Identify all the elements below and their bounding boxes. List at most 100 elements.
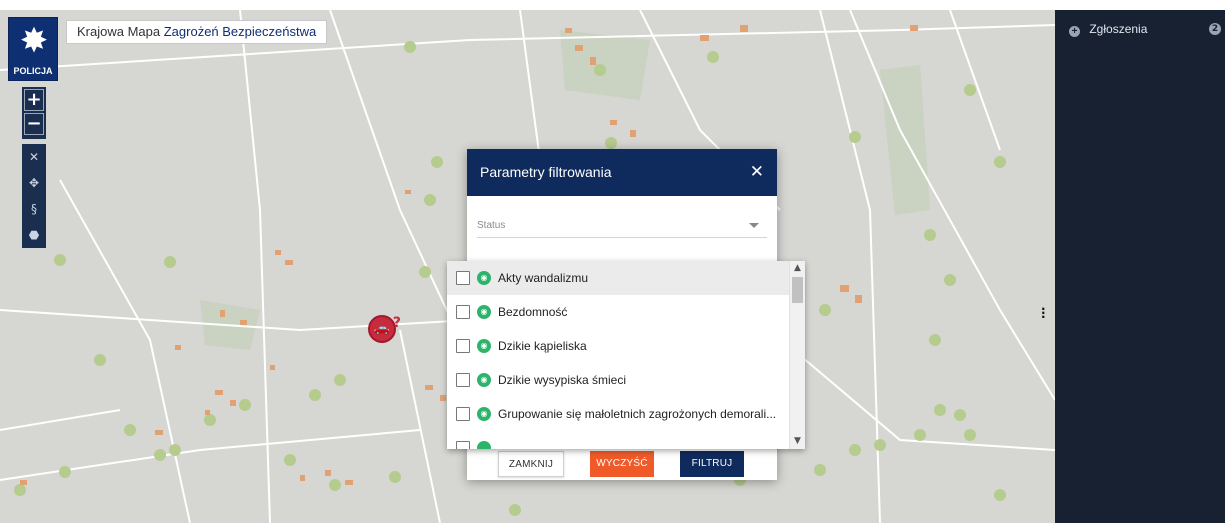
list-item[interactable]: ◉ Dzikie kąpieliska xyxy=(447,329,805,363)
panel-resize-handle[interactable]: · · · xyxy=(1041,303,1047,323)
police-star-icon: ✸ xyxy=(19,21,49,61)
checkbox[interactable] xyxy=(456,271,470,285)
map-building xyxy=(440,395,446,401)
map-tree xyxy=(509,504,521,516)
map-building xyxy=(205,410,210,415)
fullscreen-icon[interactable]: ✕ xyxy=(22,144,46,170)
map-building xyxy=(275,250,281,255)
list-item[interactable]: ◉ Grupowanie się małoletnich zagrożonych… xyxy=(447,397,805,431)
youth-group-icon: ◉ xyxy=(477,407,491,421)
map-tree xyxy=(914,429,926,441)
waste-dump-icon: ◉ xyxy=(477,373,491,387)
incident-marker[interactable]: 🚗 ? xyxy=(368,315,401,343)
filter-button[interactable]: FILTRUJ xyxy=(680,451,744,477)
map-title: Krajowa Mapa Zagrożeń Bezpieczeństwa xyxy=(66,20,328,44)
zoom-in-button[interactable]: + xyxy=(24,89,44,111)
map-building xyxy=(300,475,305,481)
chevron-down-icon xyxy=(749,223,759,228)
scroll-up-icon[interactable]: ▲ xyxy=(790,261,805,276)
scroll-thumb[interactable] xyxy=(792,277,803,303)
map-tree xyxy=(929,334,941,346)
map-building xyxy=(270,365,275,370)
map-tree xyxy=(819,304,831,316)
paragraph-icon[interactable]: § xyxy=(22,196,46,222)
zoom-controls: + − xyxy=(22,87,46,139)
list-item[interactable]: ◉ Dzikie wysypiska śmieci xyxy=(447,363,805,397)
checkbox[interactable] xyxy=(456,305,470,319)
category-dropdown-list[interactable]: ◉ Akty wandalizmu ◉ Bezdomność ◉ Dzikie … xyxy=(447,261,805,449)
tag-icon[interactable]: ⬣ xyxy=(22,222,46,248)
dialog-header: Parametry filtrowania ✕ xyxy=(467,149,777,196)
map-tree xyxy=(309,389,321,401)
map-building xyxy=(230,400,236,406)
locate-icon[interactable]: ✥ xyxy=(22,170,46,196)
checkbox[interactable] xyxy=(456,373,470,387)
logo-text: POLICJA xyxy=(13,66,53,76)
map-title-emphasis: Zagrożeń Bezpieczeństwa xyxy=(163,24,317,39)
vandalism-icon: ◉ xyxy=(477,271,491,285)
map-tree xyxy=(54,254,66,266)
map-tree xyxy=(204,414,216,426)
map-tree xyxy=(169,444,181,456)
map-building xyxy=(285,260,293,265)
map-tree xyxy=(594,64,606,76)
map-tree xyxy=(329,479,341,491)
map-building xyxy=(220,310,225,317)
map-building xyxy=(240,320,247,325)
map-building xyxy=(215,390,223,395)
dropdown-scrollbar[interactable]: ▲ ▼ xyxy=(789,261,805,449)
reports-title: Zgłoszenia xyxy=(1089,22,1148,36)
map-tree xyxy=(924,229,936,241)
map-tree xyxy=(944,274,956,286)
map-building xyxy=(155,430,163,435)
map-toolbar: ✕ ✥ § ⬣ xyxy=(22,144,46,248)
close-icon[interactable]: ✕ xyxy=(750,162,764,182)
checkbox[interactable] xyxy=(456,339,470,353)
scroll-down-icon[interactable]: ▼ xyxy=(790,434,805,449)
map-tree xyxy=(814,464,826,476)
map-tree xyxy=(154,449,166,461)
zoom-out-button[interactable]: − xyxy=(24,113,44,135)
map-tree xyxy=(954,409,966,421)
map-tree xyxy=(934,404,946,416)
map-tree xyxy=(994,156,1006,168)
map-tree xyxy=(419,266,431,278)
map-tree xyxy=(94,354,106,366)
reports-side-panel: + Zgłoszenia 2 xyxy=(1055,10,1225,523)
map-building xyxy=(740,25,748,32)
dialog-title: Parametry filtrowania xyxy=(480,164,612,180)
map-tree xyxy=(849,444,861,456)
reports-header[interactable]: + Zgłoszenia xyxy=(1069,22,1147,37)
car-incident-icon: 🚗 xyxy=(373,321,391,336)
map-building xyxy=(630,130,636,137)
category-icon xyxy=(477,441,491,449)
map-building xyxy=(840,285,849,292)
option-label: Bezdomność xyxy=(498,305,568,319)
map-tree xyxy=(124,424,136,436)
map-building xyxy=(345,480,353,485)
add-circle-icon: + xyxy=(1069,26,1080,37)
list-item[interactable]: ◉ Akty wandalizmu xyxy=(447,261,805,295)
close-button[interactable]: ZAMKNIJ xyxy=(498,451,564,477)
checkbox[interactable] xyxy=(456,407,470,421)
map-tree xyxy=(964,429,976,441)
map-building xyxy=(405,190,411,194)
map-building xyxy=(855,295,862,303)
status-select[interactable]: Status xyxy=(477,220,767,238)
list-item-partial[interactable] xyxy=(447,431,805,449)
map-building xyxy=(175,345,181,350)
list-item[interactable]: ◉ Bezdomność xyxy=(447,295,805,329)
map-tree xyxy=(707,51,719,63)
option-label: Dzikie wysypiska śmieci xyxy=(498,373,627,387)
map-tree xyxy=(14,484,26,496)
map-building xyxy=(575,45,583,51)
police-logo: ✸ POLICJA xyxy=(8,17,58,81)
map-tree xyxy=(605,137,617,149)
swimming-icon: ◉ xyxy=(477,339,491,353)
clear-button[interactable]: WYCZYŚĆ xyxy=(590,451,654,477)
checkbox[interactable] xyxy=(456,441,470,449)
option-label: Dzikie kąpieliska xyxy=(498,339,587,353)
map-tree xyxy=(424,194,436,206)
map-building xyxy=(425,385,433,390)
map-tree xyxy=(994,489,1006,501)
